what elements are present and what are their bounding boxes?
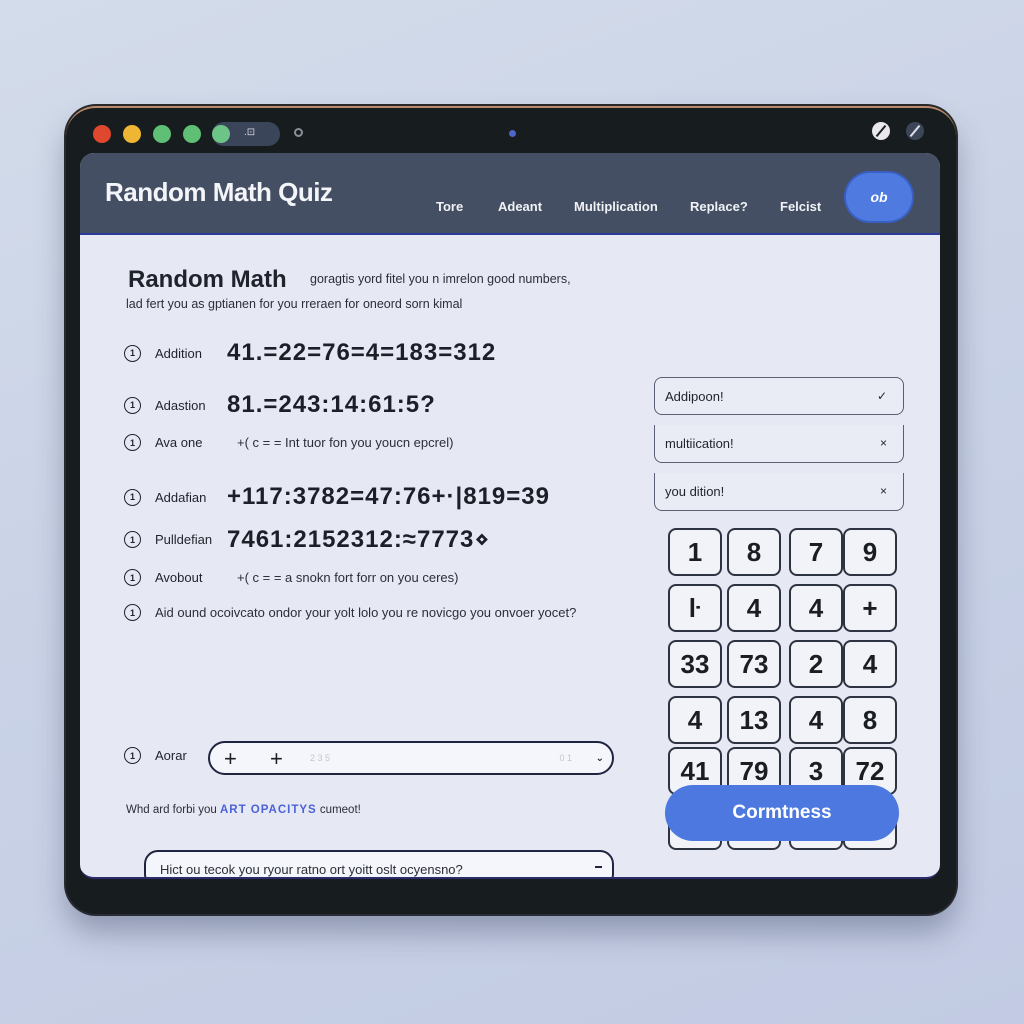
question-expression: 81.=243:14:61:5? [227, 391, 436, 418]
question-row: 1 Adastion 81.=243:14:61:5? [124, 391, 436, 419]
window-titlebar: .⊡ [66, 108, 956, 154]
close-window-button[interactable] [93, 125, 111, 143]
question-expression: +( c = = a snokn fort forr on you ceres) [237, 570, 459, 585]
tab-indicator-dot [212, 125, 230, 143]
tab-pill[interactable]: .⊡ [212, 122, 280, 146]
question-expression: 7461:2152312:≈7773⋄ [227, 526, 491, 553]
question-expression: +( c = = Int tuor fon you youcn epcrel) [237, 435, 454, 450]
chevron-down-icon[interactable]: ⌄ [596, 753, 604, 764]
question-row: 1 Pulldefian 7461:2152312:≈7773⋄ [124, 525, 490, 554]
option-multiplication[interactable]: multiication! × [654, 425, 904, 463]
close-icon[interactable]: × [880, 484, 887, 498]
feedback-link[interactable]: ART OPACITYS [220, 804, 317, 816]
question-row: 1 Ava one +( c = = Int tuor fon you youc… [124, 434, 453, 451]
question-number-icon: 1 [124, 434, 141, 451]
question-expression: +117:3782=47:76+·|819=39 [227, 483, 550, 510]
feedback-prefix: Whd ard forbi you [126, 804, 220, 816]
header-action-button[interactable]: ob [846, 173, 912, 221]
keypad-key[interactable]: 4 [727, 584, 781, 632]
question-row: 1 Addafian +117:3782=47:76+·|819=39 [124, 483, 550, 511]
feedback-suffix: cumeot! [316, 804, 361, 816]
pencil-icon[interactable] [872, 122, 890, 140]
option-label: Addipoon! [665, 388, 724, 404]
keypad-key[interactable]: 9 [843, 528, 897, 576]
question-label: Addition [155, 345, 202, 361]
question-label: Pulldefian [155, 532, 213, 547]
question-number-icon: 1 [124, 344, 141, 362]
question-label: Addafian [155, 489, 207, 505]
close-icon[interactable]: × [880, 436, 887, 450]
content-title: Random Math [128, 266, 287, 293]
keypad-key[interactable]: 4 [789, 584, 843, 632]
option-division[interactable]: you dition! × [654, 473, 904, 511]
keypad-key[interactable]: 33 [668, 640, 722, 688]
question-text: Aid ound ocoivcato ondor your yolt lolo … [155, 605, 577, 620]
nav-item-replace[interactable]: Replace? [690, 199, 748, 214]
question-label: Ava one [155, 435, 203, 450]
feedback-text: Whd ard forbi you ART OPACITYS cumeot! [126, 804, 361, 816]
keypad-key[interactable]: 4 [843, 640, 897, 688]
keypad-key[interactable]: 8 [727, 528, 781, 576]
pen-icon[interactable] [906, 122, 924, 140]
camera-icon [509, 130, 516, 137]
app-title: Random Math Quiz [105, 177, 333, 207]
keypad-key[interactable]: 73 [727, 640, 781, 688]
option-label: multiication! [665, 436, 734, 451]
app-header: Random Math Quiz Tore Adeant Multiplicat… [80, 153, 940, 235]
extra-window-button[interactable] [183, 125, 201, 143]
question-number-icon: 1 [124, 488, 141, 506]
keypad-key[interactable]: 13 [727, 696, 781, 744]
question-row: 1 Addition 41.=22=76=4=183=312 [124, 339, 496, 367]
check-icon: ✓ [876, 389, 887, 403]
input-placeholder-right: 0 1 [559, 753, 572, 763]
answer-input[interactable]: + + 2 3 5 0 1 ⌄ [208, 741, 614, 775]
question-row: 1 Avobout +( c = = a snokn fort forr on … [124, 569, 458, 586]
settings-icon[interactable] [294, 128, 303, 137]
keypad-key[interactable]: ŀ [668, 584, 722, 632]
option-addition[interactable]: Addipoon! ✓ [654, 377, 904, 415]
question-number-icon: 1 [124, 531, 141, 548]
question-field[interactable]: Hict ou tecok you ryour ratno ort yoitt … [144, 850, 614, 877]
keypad-key[interactable]: 8 [843, 696, 897, 744]
question-row: 1 Aid ound ocoivcato ondor your yolt lol… [124, 604, 576, 621]
app-screen: Random Math Quiz Tore Adeant Multiplicat… [80, 153, 940, 879]
keypad-key[interactable]: 4 [668, 696, 722, 744]
question-label: Avobout [155, 570, 203, 585]
collapse-icon[interactable] [595, 866, 602, 868]
question-number-icon: 1 [124, 569, 141, 586]
device-frame: .⊡ Random Math Quiz Tore Adeant Multipli… [66, 106, 956, 914]
keypad-key[interactable]: 1 [668, 528, 722, 576]
option-label: you dition! [665, 484, 725, 499]
keypad-key[interactable]: + [843, 584, 897, 632]
question-expression: 41.=22=76=4=183=312 [227, 339, 497, 366]
plus-symbol: + [224, 746, 237, 771]
maximize-window-button[interactable] [153, 125, 171, 143]
plus-symbol: + [270, 746, 283, 771]
question-number-icon: 1 [124, 604, 141, 621]
question-number-icon: 1 [124, 747, 141, 764]
intro-text-line-1: goragtis yord fitel you n imrelon good n… [310, 272, 571, 286]
minimize-window-button[interactable] [123, 125, 141, 143]
keypad-key[interactable]: 4 [789, 696, 843, 744]
nav-item-multiplication[interactable]: Multiplication [574, 199, 658, 214]
tab-pill-label: .⊡ [244, 127, 256, 138]
keypad-key[interactable]: 2 [789, 640, 843, 688]
nav-item-adeant[interactable]: Adeant [498, 199, 542, 214]
question-number-icon: 1 [124, 396, 141, 414]
nav-item-tore[interactable]: Tore [436, 199, 463, 214]
submit-button[interactable]: Cormtness [665, 785, 899, 841]
question-field-text: Hict ou tecok you ryour ratno ort yoitt … [160, 861, 463, 877]
intro-text-line-2: lad fert you as gptianen for you rreraen… [126, 297, 463, 311]
input-placeholder: 2 3 5 [310, 753, 331, 763]
nav-item-felcist[interactable]: Felcist [780, 199, 821, 214]
question-label: Adastion [155, 397, 206, 413]
keypad-key[interactable]: 7 [789, 528, 843, 576]
